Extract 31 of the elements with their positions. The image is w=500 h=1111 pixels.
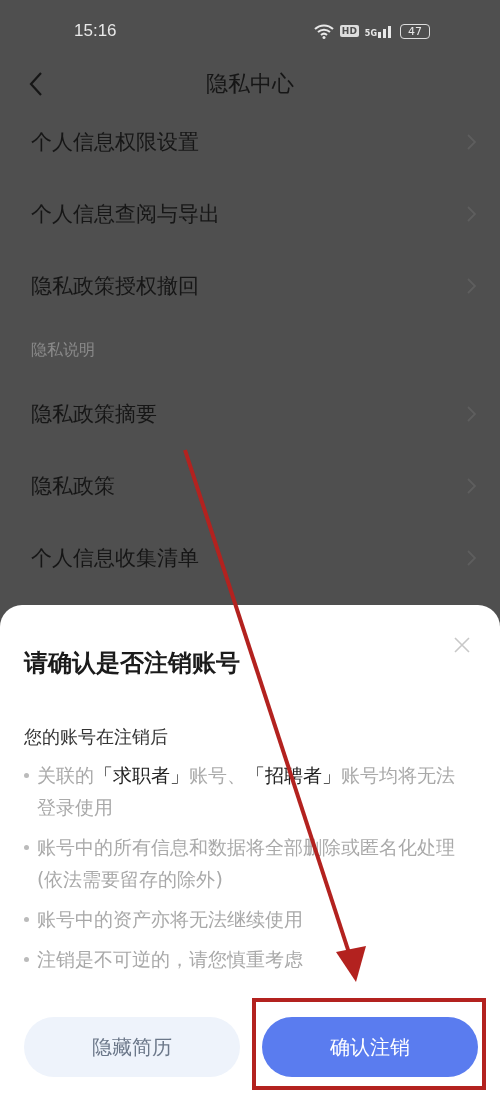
- signal-icon: [378, 24, 394, 38]
- dialog-intro: 您的账号在注销后: [24, 725, 169, 749]
- confirm-button[interactable]: 确认注销: [262, 1017, 478, 1077]
- dialog-title: 请确认是否注销账号: [24, 648, 241, 679]
- battery-level: 47: [400, 23, 430, 39]
- section-header: 隐私说明: [31, 339, 95, 361]
- settings-row[interactable]: 个人信息查阅与导出: [0, 178, 500, 250]
- row-label: 个人信息收集清单: [31, 545, 199, 572]
- hd-badge: HD: [339, 25, 359, 37]
- settings-row[interactable]: 个人信息权限设置: [0, 106, 500, 178]
- status-time: 15:16: [74, 21, 117, 41]
- settings-row[interactable]: 个人信息收集清单: [0, 522, 500, 594]
- bullet-dot: [24, 957, 29, 962]
- settings-row[interactable]: 隐私政策授权撤回: [0, 250, 500, 322]
- secondary-button[interactable]: 隐藏简历: [24, 1017, 240, 1077]
- wifi-icon: [313, 23, 334, 39]
- row-label: 个人信息权限设置: [31, 129, 199, 156]
- bullet-dot: [24, 917, 29, 922]
- bullet-dot: [24, 845, 29, 850]
- row-label: 个人信息查阅与导出: [31, 201, 220, 228]
- row-label: 隐私政策摘要: [31, 401, 157, 428]
- settings-row[interactable]: 隐私政策: [0, 450, 500, 522]
- close-button[interactable]: [452, 635, 472, 655]
- bullet-text: 账号中的资产亦将无法继续使用: [37, 907, 303, 932]
- page-title: 隐私中心: [206, 70, 294, 98]
- settings-row[interactable]: 隐私政策摘要: [0, 378, 500, 450]
- bullet-dot: [24, 773, 29, 778]
- bullet-text: 注销是不可逆的，请您慎重考虑: [37, 947, 303, 972]
- row-label: 隐私政策授权撤回: [31, 273, 199, 300]
- row-label: 隐私政策: [31, 473, 115, 500]
- network-label: 5G: [364, 30, 377, 38]
